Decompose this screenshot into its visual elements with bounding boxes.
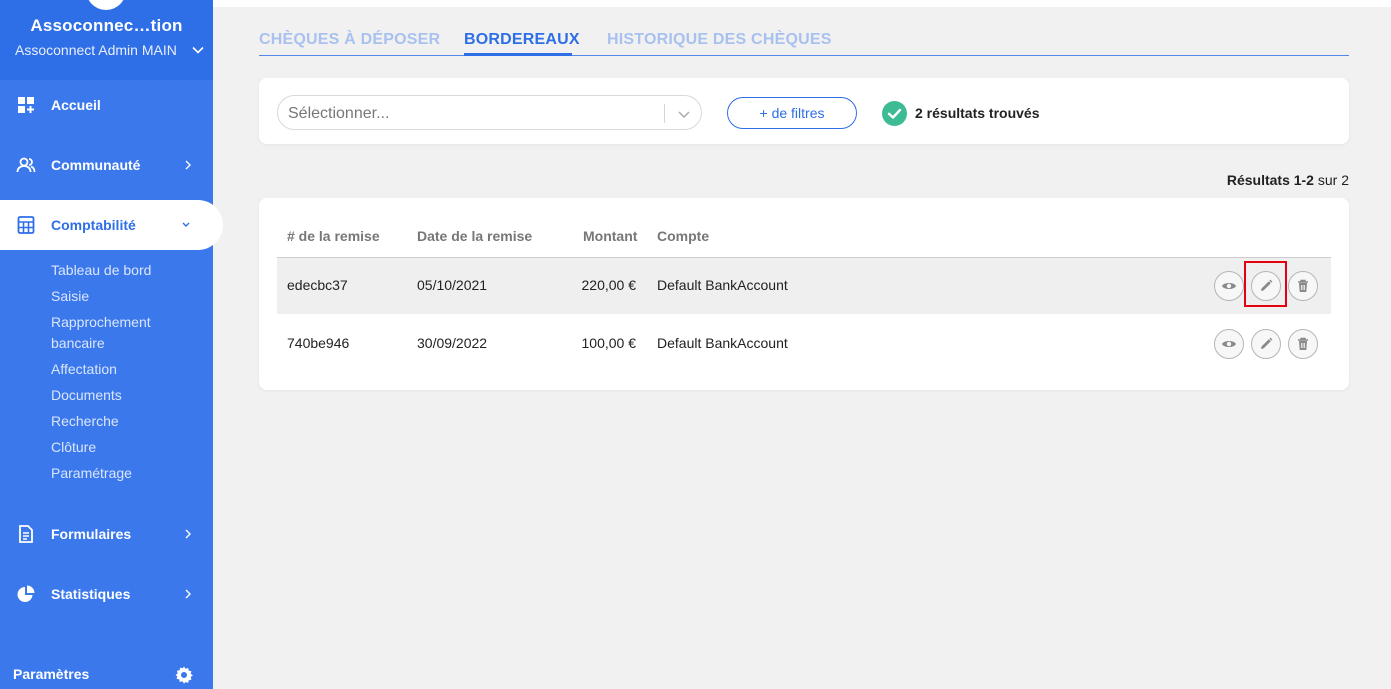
check-icon xyxy=(882,101,907,126)
pencil-icon xyxy=(1261,337,1273,349)
chevron-right-icon xyxy=(185,589,191,599)
more-filters-button[interactable]: + de filtres xyxy=(727,97,857,129)
sidebar-item-label: Accueil xyxy=(51,97,101,113)
users-icon xyxy=(16,157,36,173)
tab-cheques-a-deposer[interactable]: CHÈQUES À DÉPOSER xyxy=(259,31,440,49)
cell-remise-id: 740be946 xyxy=(287,335,350,351)
results-range-prefix: Résultats 1-2 xyxy=(1226,172,1314,188)
cell-amount: 220,00 € xyxy=(581,277,637,293)
sidebar-subitem-affectation[interactable]: Affectation xyxy=(51,361,117,377)
highlight-box xyxy=(1244,261,1287,307)
results-range: Résultats 1-2 sur 2 xyxy=(1227,172,1349,188)
tab-historique-des-cheques[interactable]: HISTORIQUE DES CHÈQUES xyxy=(607,31,832,49)
top-bar xyxy=(213,0,1391,7)
organization-name: Assoconnec…tion xyxy=(30,16,183,35)
remise-select[interactable]: Sélectionner... xyxy=(277,95,702,130)
column-header-montant[interactable]: Montant xyxy=(583,228,637,244)
sidebar-subitem-rapprochement[interactable]: Rapprochement xyxy=(51,314,151,330)
sidebar-item-accueil[interactable]: Accueil xyxy=(0,80,213,130)
delete-button[interactable] xyxy=(1288,271,1318,301)
trash-icon xyxy=(1298,279,1308,292)
account-switcher-label[interactable]: Assoconnect Admin MAIN xyxy=(15,42,177,58)
sidebar-subitem-tableau-de-bord[interactable]: Tableau de bord xyxy=(51,262,151,278)
column-header-remise[interactable]: # de la remise xyxy=(287,228,380,244)
organization-logo[interactable] xyxy=(86,0,126,10)
sidebar-subitem-documents[interactable]: Documents xyxy=(51,387,122,403)
sidebar-item-communaute[interactable]: Communauté xyxy=(0,140,213,190)
chevron-right-icon xyxy=(185,160,191,170)
view-button[interactable] xyxy=(1214,329,1244,359)
chevron-down-icon xyxy=(182,222,190,227)
results-range-suffix: sur 2 xyxy=(1317,172,1349,188)
calculator-icon xyxy=(17,216,35,234)
tabs-divider xyxy=(259,55,1349,56)
sidebar-header: Assoconnec…tion Assoconnect Admin MAIN xyxy=(0,0,213,80)
column-header-compte[interactable]: Compte xyxy=(657,228,709,244)
results-found-text: 2 résultats trouvés xyxy=(915,105,1040,121)
select-placeholder: Sélectionner... xyxy=(288,105,390,122)
chevron-down-icon[interactable] xyxy=(676,106,692,122)
sidebar-item-comptabilite[interactable]: Comptabilité xyxy=(0,200,223,250)
view-button[interactable] xyxy=(1214,271,1244,301)
tab-bordereaux[interactable]: BORDEREAUX xyxy=(464,31,580,49)
cell-account: Default BankAccount xyxy=(657,277,788,293)
cell-amount: 100,00 € xyxy=(581,335,637,351)
cell-date: 05/10/2021 xyxy=(417,277,488,293)
sidebar-item-label: Communauté xyxy=(51,157,141,173)
sidebar-item-statistiques[interactable]: Statistiques xyxy=(0,569,213,619)
dashboard-icon xyxy=(18,97,34,113)
chevron-right-icon xyxy=(185,529,191,539)
sidebar: Assoconnec…tion Assoconnect Admin MAIN A… xyxy=(0,0,223,689)
document-icon xyxy=(19,525,33,543)
settings-link[interactable]: Paramètres xyxy=(13,666,89,682)
cell-remise-id: edecbc37 xyxy=(287,277,348,293)
cell-account: Default BankAccount xyxy=(657,335,788,351)
sidebar-item-label: Formulaires xyxy=(51,526,132,542)
active-tab-indicator xyxy=(464,53,572,56)
pie-chart-icon xyxy=(17,585,35,602)
sidebar-subitem-recherche[interactable]: Recherche xyxy=(51,413,119,429)
select-separator xyxy=(664,104,665,123)
sidebar-item-formulaires[interactable]: Formulaires xyxy=(0,509,213,559)
gear-icon[interactable] xyxy=(174,665,194,685)
eye-icon xyxy=(1222,341,1236,347)
sidebar-subitem-rapprochement-line2[interactable]: bancaire xyxy=(51,335,105,351)
sidebar-subitem-saisie[interactable]: Saisie xyxy=(51,288,89,304)
eye-icon xyxy=(1222,283,1236,289)
trash-icon xyxy=(1298,337,1308,350)
sidebar-item-label: Comptabilité xyxy=(51,217,136,233)
chevron-down-icon[interactable] xyxy=(191,43,205,57)
edit-button[interactable] xyxy=(1251,329,1281,359)
cell-date: 30/09/2022 xyxy=(417,335,488,351)
delete-button[interactable] xyxy=(1288,329,1318,359)
sidebar-item-label: Statistiques xyxy=(51,586,131,602)
column-header-date[interactable]: Date de la remise xyxy=(417,228,532,244)
sidebar-subitem-parametrage[interactable]: Paramétrage xyxy=(51,465,132,481)
sidebar-subitem-cloture[interactable]: Clôture xyxy=(51,439,96,455)
